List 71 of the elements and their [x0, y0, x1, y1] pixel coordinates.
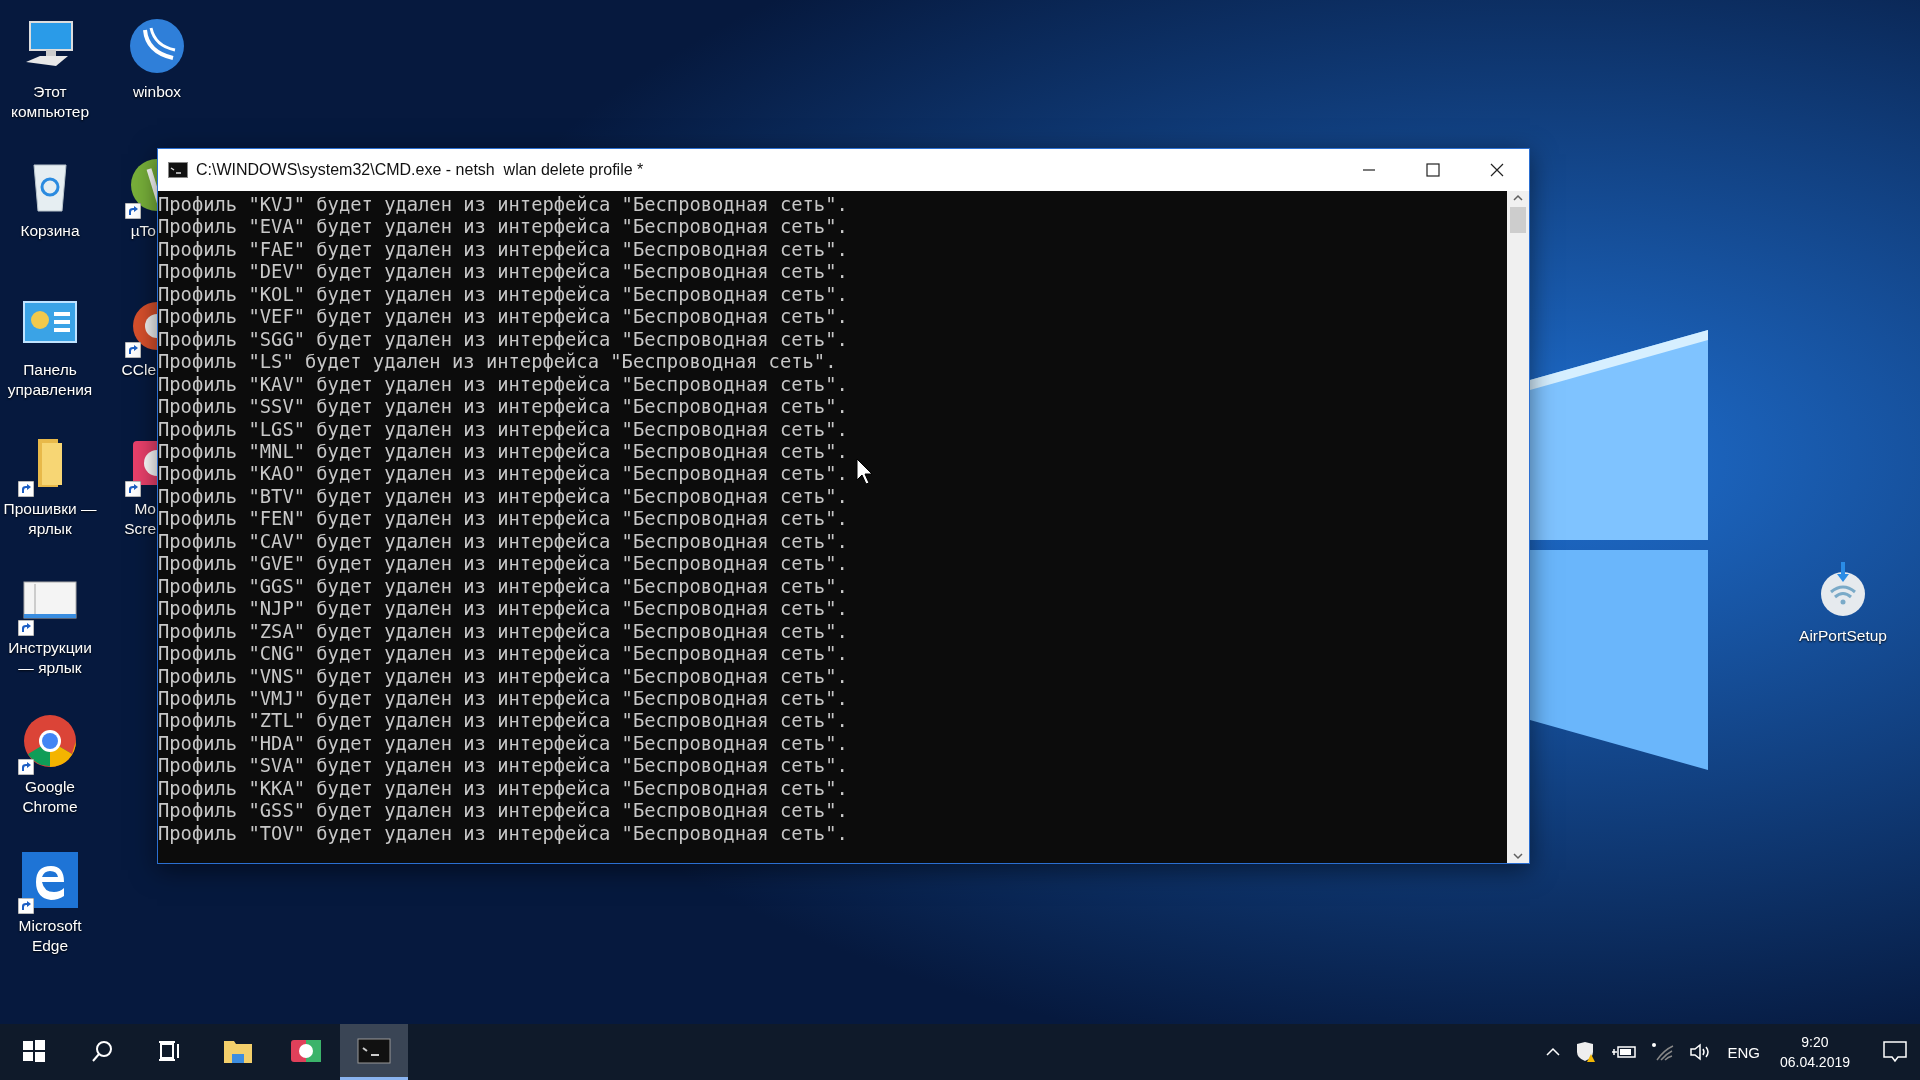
console-line: Профиль "KAV" будет удален из интерфейса "Беспроводная сеть".	[158, 373, 848, 397]
console-line: Профиль "BTV" будет удален из интерфейса "Беспроводная сеть".	[158, 485, 848, 509]
mouse-cursor-icon	[856, 458, 874, 486]
windows-start-icon	[22, 1038, 46, 1063]
console-line: Профиль "KKA" будет удален из интерфейса "Беспроводная сеть".	[158, 777, 848, 801]
shortcut-arrow-icon	[125, 481, 141, 497]
shortcut-arrow-icon	[18, 898, 34, 914]
icon-label[interactable]: Прошивки — ярлык	[2, 499, 98, 539]
shortcut-arrow-icon	[18, 620, 34, 636]
shortcut-arrow-icon	[18, 481, 34, 497]
camera-app-icon	[290, 1037, 322, 1064]
window-title: C:\WINDOWS\system32\CMD.exe - netsh wlan delete profile *	[196, 161, 645, 179]
console-line: Профиль "VEF" будет удален из интерфейса "Беспроводная сеть".	[158, 306, 848, 329]
language-indicator[interactable]: ENG	[1727, 1043, 1760, 1061]
clock[interactable]: 9:20 06.04.2019	[1779, 1032, 1850, 1072]
console-line: Профиль "EVA" будет удален из интерфейса "Беспроводная сеть".	[158, 216, 848, 239]
console-line: Профиль "SSV" будет удален из интерфейса "Беспроводная сеть".	[158, 396, 848, 419]
icon-label[interactable]: Корзина	[2, 221, 98, 241]
console-line: Профиль "GVE" будет удален из интерфейса "Беспроводная сеть".	[158, 553, 848, 576]
icon-label[interactable]: Google Chrome	[2, 777, 98, 817]
console-line: Профиль "KAO" будет удален из интерфейса "Беспроводная сеть".	[158, 463, 848, 486]
search-icon	[90, 1038, 114, 1063]
console-line: Профиль "TOV" будет удален из интерфейса "Беспроводная сеть".	[158, 822, 848, 846]
console-line: Профиль "LS" будет удален из интерфейса "Беспроводная сеть".	[158, 351, 837, 374]
task-view-icon	[158, 1038, 182, 1063]
shield-warning-icon[interactable]	[1575, 1041, 1598, 1063]
scroll-thumb[interactable]	[1510, 207, 1526, 233]
wifi-icon[interactable]	[1651, 1042, 1676, 1062]
edge-icon	[20, 850, 80, 910]
console-line: Профиль "DEV" будет удален из интерфейса "Беспроводная сеть".	[158, 261, 848, 284]
console-line: Профиль "SGG" будет удален из интерфейса "Беспроводная сеть".	[158, 328, 848, 352]
icon-label[interactable]: AirPortSetup	[1795, 626, 1891, 646]
icon-label[interactable]: Mo Scre	[107, 499, 156, 539]
clock-date: 06.04.2019	[1779, 1053, 1850, 1072]
console-line: Профиль "KVJ" будет удален из интерфейса "Беспроводная сеть".	[158, 194, 848, 217]
console-line: Профиль "KOL" будет удален из интерфейса "Беспроводная сеть".	[158, 283, 848, 307]
shortcut-arrow-icon	[125, 203, 141, 219]
console-line: Профиль "CAV" будет удален из интерфейса "Беспроводная сеть".	[158, 530, 848, 554]
close-icon	[1490, 163, 1504, 177]
maximize-icon	[1426, 163, 1440, 177]
scroll-bar[interactable]	[1507, 191, 1529, 863]
console-line: Профиль "FEN" будет удален из интерфейса "Беспроводная сеть".	[158, 508, 848, 531]
icon-label[interactable]: Панель управления	[2, 360, 98, 400]
console-line: Профиль "CNG" будет удален из интерфейса "Беспроводная сеть".	[158, 643, 848, 666]
notification-icon[interactable]	[1882, 1040, 1908, 1064]
icon-label[interactable]: CCle	[107, 360, 156, 380]
winbox-icon	[127, 16, 187, 76]
icon-label[interactable]: µTo	[107, 221, 156, 241]
console-line: Профиль "NJP" будет удален из интерфейса "Беспроводная сеть".	[158, 598, 848, 621]
icon-label[interactable]: winbox	[109, 82, 205, 102]
console-line: Профиль "SVA" будет удален из интерфейса "Беспроводная сеть".	[158, 755, 848, 778]
console-line: Профиль "ZSA" будет удален из интерфейса "Беспроводная сеть".	[158, 620, 848, 644]
clock-time: 9:20	[1801, 1033, 1829, 1052]
icon-label[interactable]: Microsoft Edge	[2, 916, 98, 956]
console-line: Профиль "HDA" будет удален из интерфейса "Беспроводная сеть".	[158, 732, 848, 756]
icon-label[interactable]: Инструкции — ярлык	[2, 638, 98, 678]
console-line: Профиль "VMJ" будет удален из интерфейса "Беспроводная сеть".	[158, 687, 848, 711]
taskbar-button[interactable]	[340, 1024, 408, 1080]
command-prompt-icon	[357, 1037, 391, 1064]
console-line: Профиль "GSS" будет удален из интерфейса "Беспроводная сеть".	[158, 800, 848, 823]
shortcut-arrow-icon	[125, 342, 141, 358]
shortcut-arrow-icon	[18, 759, 34, 775]
console-line: Профиль "MNL" будет удален из интерфейса "Беспроводная сеть".	[158, 441, 848, 464]
console-line: Профиль "ZTL" будет удален из интерфейса "Беспроводная сеть".	[158, 710, 848, 733]
console-line: Профиль "LGS" будет удален из интерфейса "Беспроводная сеть".	[158, 418, 848, 441]
battery-icon[interactable]	[1611, 1043, 1638, 1061]
console-line: Профиль "VNS" будет удален из интерфейса "Беспроводная сеть".	[158, 665, 848, 688]
console-line: Профиль "GGS" будет удален из интерфейса "Беспроводная сеть".	[158, 575, 848, 599]
command-prompt-icon	[168, 162, 188, 178]
icon-label[interactable]: Этот компьютер	[2, 82, 98, 122]
console-line: Профиль "FAE" будет удален из интерфейса "Беспроводная сеть".	[158, 238, 848, 262]
